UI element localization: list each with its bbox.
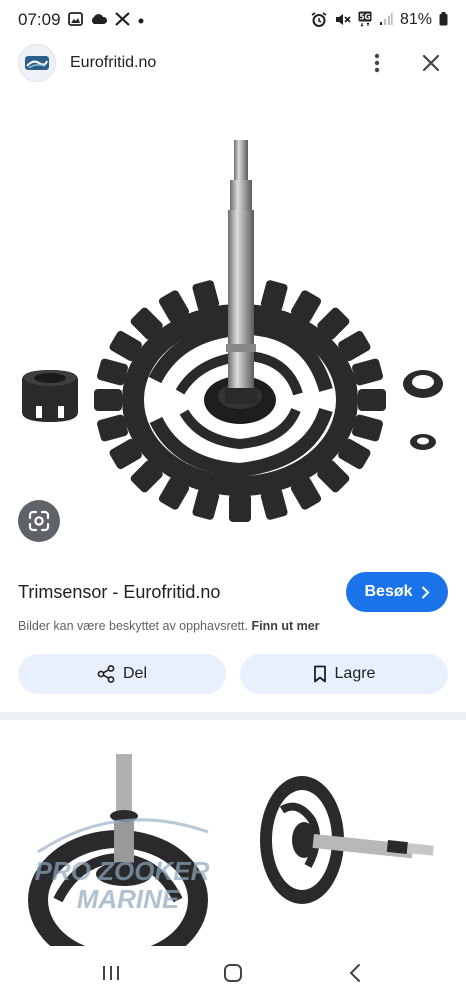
- copyright-notice: Bilder kan være beskyttet av opphavsrett…: [18, 619, 320, 633]
- more-options-button[interactable]: [360, 46, 394, 80]
- title-row: Trimsensor - Eurofritid.no Besøk: [18, 570, 448, 614]
- share-label: Del: [122, 665, 147, 682]
- site-name[interactable]: Eurofritid.no: [70, 54, 340, 72]
- learn-more-link[interactable]: Finn ut mer: [251, 619, 319, 633]
- related-image-1-art: PRO ZOOKER MARINE: [18, 740, 228, 948]
- image-icon: [67, 12, 83, 28]
- status-time: 07:09: [18, 10, 61, 29]
- gear-tooth: [97, 358, 128, 386]
- svg-text:5G: 5G: [359, 13, 370, 22]
- gear-tooth: [352, 358, 383, 386]
- home-icon: [224, 964, 242, 982]
- share-icon: [97, 665, 115, 683]
- gear-tooth: [97, 414, 128, 442]
- section-divider: [0, 712, 466, 720]
- 5g-icon: 5G: [358, 11, 372, 29]
- related-images: PRO ZOOKER MARINE: [18, 740, 448, 948]
- shaft: [225, 140, 257, 404]
- close-icon: [422, 54, 440, 72]
- main-image[interactable]: [0, 96, 466, 556]
- system-nav-bar: [0, 946, 466, 1000]
- dot-icon: [137, 13, 145, 27]
- save-button[interactable]: Lagre: [240, 654, 448, 694]
- save-label: Lagre: [334, 665, 376, 682]
- o-ring-parts: [403, 370, 443, 450]
- gear-tooth: [94, 389, 122, 411]
- recents-button[interactable]: [86, 953, 136, 993]
- related-image-2[interactable]: [238, 740, 448, 948]
- status-left: 07:09: [18, 10, 145, 30]
- home-button[interactable]: [208, 953, 258, 993]
- chevron-right-icon: [421, 586, 429, 598]
- gear-tooth: [358, 389, 386, 411]
- google-lens-icon: [28, 510, 50, 532]
- more-vert-icon: [374, 53, 380, 73]
- share-button[interactable]: Del: [18, 654, 226, 694]
- mute-icon: [334, 12, 351, 29]
- recents-icon: [103, 966, 119, 980]
- site-favicon[interactable]: [18, 44, 56, 82]
- cloud-icon: [90, 13, 108, 27]
- battery-icon: [439, 12, 448, 28]
- source-header: Eurofritid.no: [0, 40, 466, 86]
- product-image: [22, 140, 443, 522]
- related-image-1[interactable]: PRO ZOOKER MARINE: [18, 740, 228, 948]
- bookmark-icon: [313, 665, 326, 683]
- status-right: 5G 81%: [311, 11, 448, 29]
- lens-button[interactable]: [18, 500, 60, 542]
- watermark-bottom: MARINE: [77, 884, 180, 914]
- alarm-icon: [311, 11, 327, 29]
- action-buttons: Del Lagre: [18, 654, 448, 694]
- close-button[interactable]: [414, 46, 448, 80]
- bushing-part: [22, 370, 78, 422]
- status-bar: 07:09 5G 81%: [0, 0, 466, 40]
- site-logo-icon: [25, 56, 49, 70]
- image-title[interactable]: Trimsensor - Eurofritid.no: [18, 582, 220, 603]
- visit-button[interactable]: Besøk: [346, 572, 448, 612]
- related-image-2-art: [238, 740, 448, 948]
- battery-percent: 81%: [399, 11, 432, 28]
- signal-icon: [379, 12, 393, 28]
- x-icon: [114, 12, 130, 28]
- watermark-top: PRO ZOOKER: [35, 856, 210, 886]
- copyright-text: Bilder kan være beskyttet av opphavsrett…: [18, 619, 248, 633]
- back-icon: [349, 964, 360, 982]
- gear-tooth: [229, 494, 251, 522]
- gear-tooth: [352, 414, 383, 442]
- visit-button-label: Besøk: [364, 583, 413, 600]
- back-button[interactable]: [330, 953, 380, 993]
